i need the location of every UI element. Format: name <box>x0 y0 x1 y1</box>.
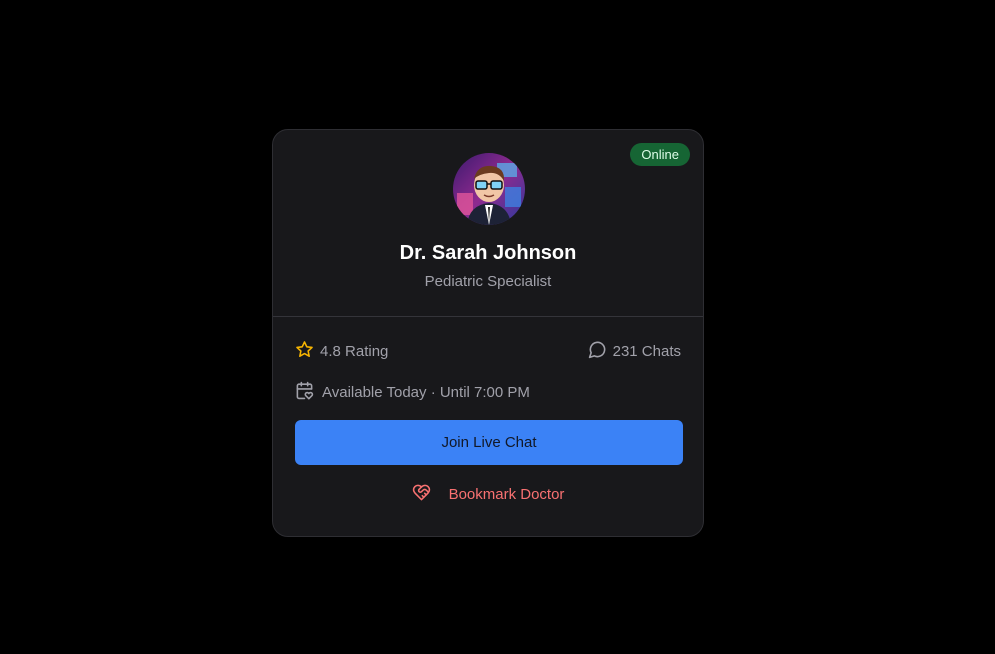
doctor-header: Dr. Sarah Johnson Pediatric Specialist <box>273 130 703 317</box>
chats-stat: 231 Chats <box>588 340 681 363</box>
calendar-heart-icon <box>295 381 322 404</box>
heart-handshake-icon <box>412 483 449 506</box>
availability: Available Today · Until 7:00 PM <box>295 381 530 404</box>
bookmark-doctor-button[interactable]: Bookmark Doctor <box>273 483 703 506</box>
chat-bubble-icon <box>588 340 613 363</box>
avatar <box>453 153 525 225</box>
rating-text: 4.8 Rating <box>320 343 389 360</box>
doctor-specialty: Pediatric Specialist <box>424 273 552 290</box>
doctor-card: Online Dr. Sarah Johnson Pediatric Speci… <box>272 129 704 537</box>
chats-text: 231 Chats <box>612 343 681 360</box>
doctor-name: Dr. Sarah Johnson <box>399 242 577 264</box>
join-live-chat-button[interactable]: Join Live Chat <box>295 420 683 465</box>
doctor-stats: 4.8 Rating 231 Chats <box>295 340 681 364</box>
star-icon <box>295 340 320 363</box>
rating-stat: 4.8 Rating <box>295 340 388 363</box>
availability-text: Available Today · Until 7:00 PM <box>322 384 530 401</box>
bookmark-label: Bookmark Doctor <box>448 486 565 503</box>
